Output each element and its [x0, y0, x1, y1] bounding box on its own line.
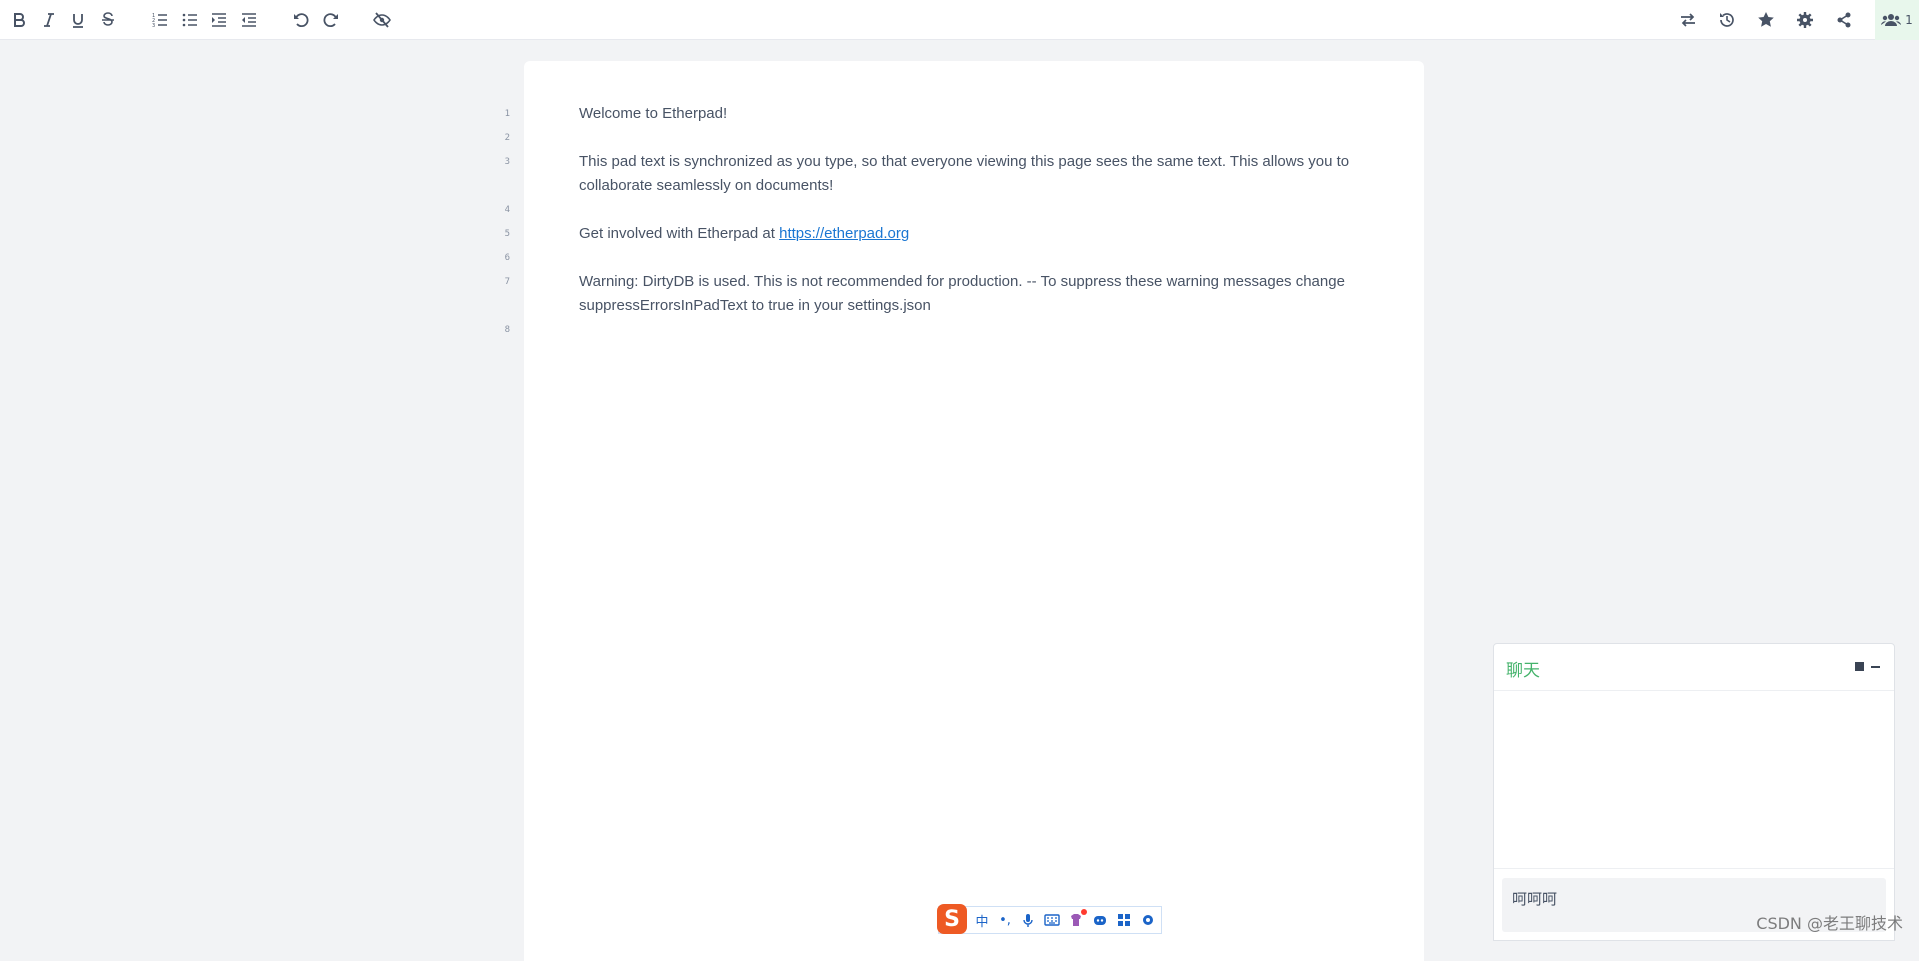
- users-button[interactable]: 1: [1875, 0, 1919, 40]
- chat-title: 聊天: [1506, 661, 1540, 681]
- italic-icon: [44, 13, 54, 27]
- pad-content[interactable]: Welcome to Etherpad! This pad text is sy…: [579, 102, 1379, 342]
- line-number: 4: [504, 205, 510, 215]
- microphone-icon[interactable]: [1019, 911, 1037, 929]
- line-number: 3: [504, 157, 510, 167]
- pad-line[interactable]: Warning: DirtyDB is used. This is not re…: [579, 270, 1379, 318]
- undo-icon: [294, 13, 309, 28]
- pad-line[interactable]: [579, 246, 1379, 270]
- outdent-button[interactable]: [237, 8, 261, 32]
- indent-icon: [212, 13, 226, 27]
- chat-pin-icon[interactable]: [1855, 662, 1864, 671]
- editor-toolbar: 123 1: [0, 0, 1919, 40]
- etherpad-link[interactable]: https://etherpad.org: [779, 225, 909, 242]
- ordered-list-button[interactable]: 123: [148, 8, 172, 32]
- watermark: CSDN @老王聊技术: [1756, 914, 1903, 933]
- gear-icon: [1797, 12, 1813, 28]
- import-export-button[interactable]: [1676, 8, 1700, 32]
- unordered-list-button[interactable]: [178, 8, 202, 32]
- chat-panel: 聊天 呵呵呵: [1493, 643, 1895, 941]
- users-count: 1: [1905, 13, 1913, 27]
- users-icon: [1881, 14, 1902, 26]
- chat-minimize-icon[interactable]: [1871, 666, 1880, 668]
- line-number: 2: [504, 133, 510, 143]
- settings-button[interactable]: [1793, 8, 1817, 32]
- chat-divider: [1494, 868, 1894, 869]
- saved-revision-button[interactable]: [1754, 8, 1778, 32]
- notification-dot: [1081, 909, 1087, 915]
- ime-logo[interactable]: S: [937, 904, 967, 934]
- italic-button[interactable]: [37, 8, 61, 32]
- chat-header: 聊天: [1494, 644, 1894, 691]
- timeslider-button[interactable]: [1715, 8, 1739, 32]
- pad-line-link[interactable]: Get involved with Etherpad at https://et…: [579, 222, 1379, 246]
- pad-line[interactable]: [579, 318, 1379, 342]
- strikethrough-icon: [102, 12, 114, 26]
- line-number: 1: [504, 109, 510, 119]
- redo-icon: [323, 13, 338, 28]
- line-number: 8: [504, 325, 510, 335]
- line-number: 7: [504, 277, 510, 287]
- bold-icon: [14, 13, 25, 27]
- underline-button[interactable]: [66, 8, 90, 32]
- pad-line[interactable]: [579, 126, 1379, 150]
- ime-settings-icon[interactable]: [1139, 911, 1157, 929]
- line-number: 6: [504, 253, 510, 263]
- pad-line[interactable]: This pad text is synchronized as you typ…: [579, 150, 1379, 198]
- svg-text:3: 3: [152, 23, 155, 29]
- bold-button[interactable]: [7, 8, 31, 32]
- pad-line[interactable]: Welcome to Etherpad!: [579, 102, 1379, 126]
- exchange-icon: [1681, 13, 1695, 27]
- pad-line-text: Get involved with Etherpad at: [579, 225, 780, 242]
- undo-button[interactable]: [289, 8, 313, 32]
- outdent-icon: [242, 13, 256, 27]
- ime-punctuation[interactable]: •,: [996, 911, 1014, 929]
- share-icon: [1837, 12, 1851, 28]
- redo-button[interactable]: [319, 8, 343, 32]
- apps-grid-icon[interactable]: [1115, 911, 1133, 929]
- eye-slash-icon: [373, 12, 391, 28]
- unordered-list-icon: [182, 13, 197, 27]
- indent-button[interactable]: [207, 8, 231, 32]
- line-number: 5: [504, 229, 510, 239]
- ime-toolbar: S 中 •,: [937, 904, 1162, 934]
- pad-editor[interactable]: Welcome to Etherpad! This pad text is sy…: [524, 61, 1424, 961]
- strikethrough-button[interactable]: [96, 8, 120, 32]
- star-icon: [1758, 12, 1774, 27]
- underline-icon: [73, 14, 83, 28]
- ime-language[interactable]: 中: [973, 911, 991, 930]
- robot-icon[interactable]: [1091, 911, 1109, 929]
- ordered-list-icon: 123: [152, 13, 167, 29]
- pad-line[interactable]: [579, 198, 1379, 222]
- toggle-authorship-colors-button[interactable]: [370, 8, 394, 32]
- keyboard-icon[interactable]: [1043, 911, 1061, 929]
- chat-messages: [1494, 691, 1894, 867]
- history-icon: [1720, 13, 1734, 27]
- share-button[interactable]: [1832, 8, 1856, 32]
